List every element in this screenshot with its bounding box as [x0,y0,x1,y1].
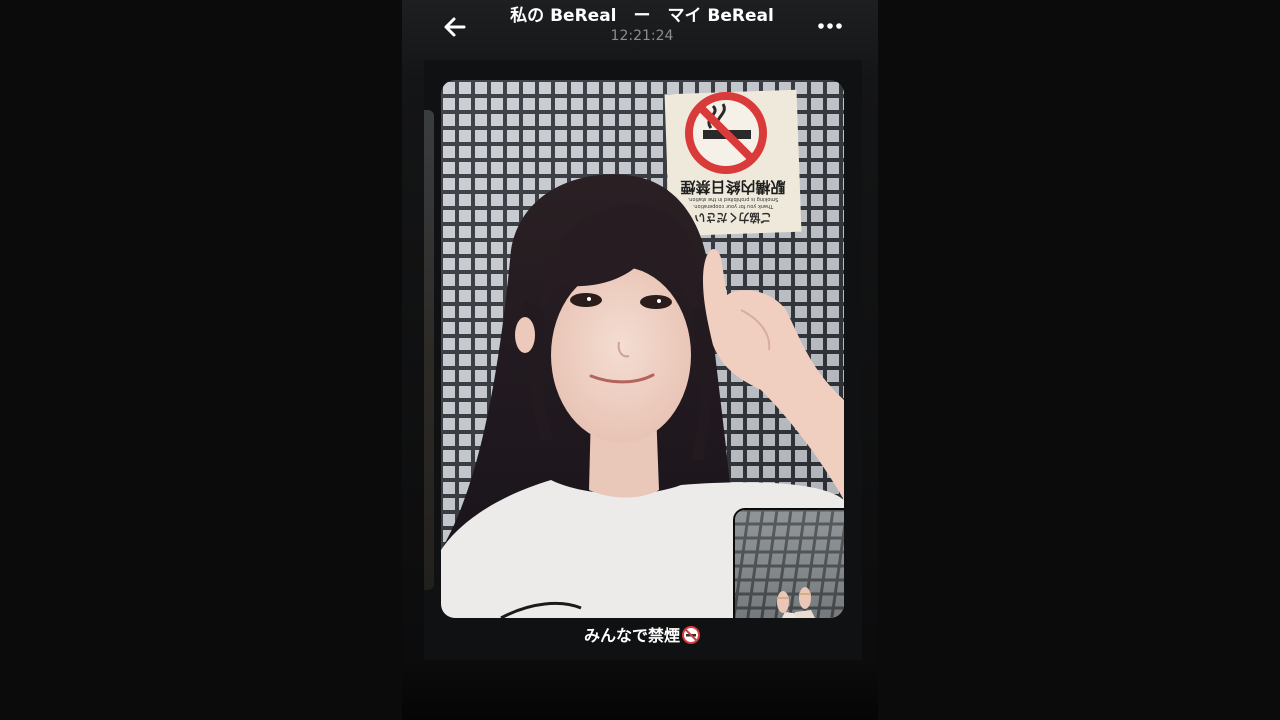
sign-text-english-2: Thank you for your cooperation. [692,203,774,209]
phone-frame: 私の BeReal ー マイ BeReal 12:21:24 駅構内終日禁煙 S… [402,0,878,720]
post-caption: みんなで禁煙 [502,624,782,648]
main-photo[interactable]: 駅構内終日禁煙 Smoking is prohibited in the sta… [441,80,844,618]
ellipsis-icon [818,23,842,29]
previous-post-peek[interactable] [424,110,434,590]
back-camera-inset[interactable] [733,508,844,618]
caption-text: みんなで禁煙 [583,626,680,645]
sign-text-english-1: Smoking is prohibited in the station. [687,196,778,202]
back-button[interactable] [440,12,470,42]
sign-text-main: 駅構内終日禁煙 [680,178,786,196]
feet-image [735,510,844,618]
no-smoking-icon [682,626,700,644]
sign-text-bottom: ご協力ください [695,211,772,225]
more-options-button[interactable] [815,14,845,38]
arrow-left-icon [444,17,466,37]
post-time: 12:21:24 [610,28,674,44]
header: 私の BeReal ー マイ BeReal 12:21:24 [402,0,878,56]
screen-background: 私の BeReal ー マイ BeReal 12:21:24 駅構内終日禁煙 S… [0,0,1280,720]
page-title: 私の BeReal ー マイ BeReal [510,6,774,26]
